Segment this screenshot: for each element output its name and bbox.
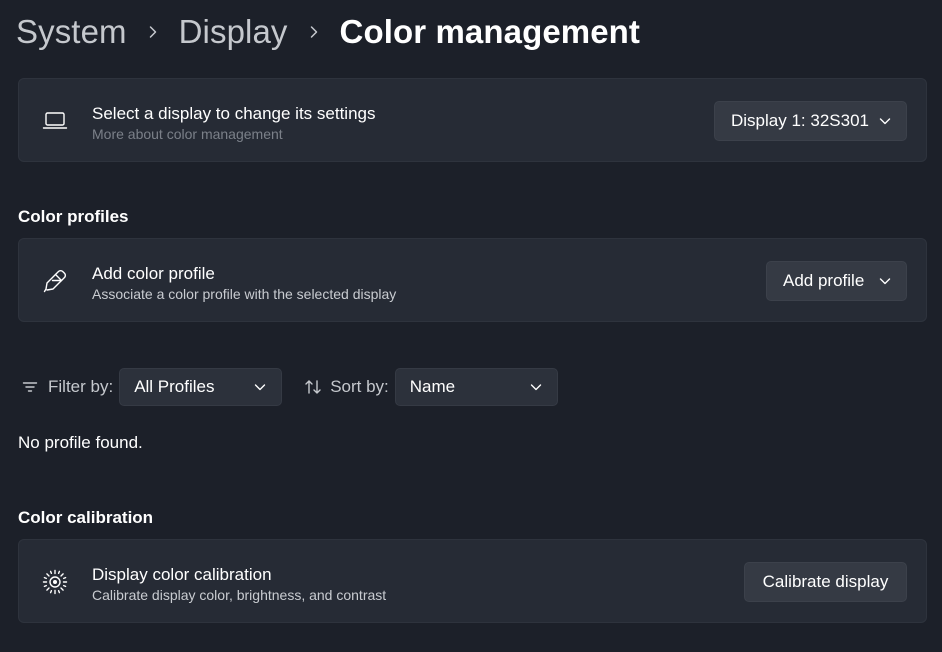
filter-sort-bar: Filter by: All Profiles Sort by: Name <box>22 368 558 406</box>
sort-dropdown-value: Name <box>409 377 456 396</box>
color-profiles-heading: Color profiles <box>18 207 129 226</box>
add-color-profile-title: Add color profile <box>92 264 215 283</box>
page-title: Color management <box>339 13 641 50</box>
eyedropper-icon <box>41 267 69 295</box>
color-management-page: System Display Color management Select a… <box>0 0 942 652</box>
filter-icon <box>22 380 38 394</box>
display-select-card: Select a display to change its settings … <box>18 78 927 162</box>
breadcrumb-system[interactable]: System <box>16 13 127 51</box>
color-calibration-heading: Color calibration <box>18 508 154 527</box>
filter-dropdown-value: All Profiles <box>134 377 215 396</box>
breadcrumb: System Display Color management <box>16 10 640 54</box>
sort-dropdown[interactable]: Name <box>394 368 558 406</box>
chevron-down-icon <box>878 114 892 128</box>
calibration-card-title: Display color calibration <box>92 565 272 584</box>
breadcrumb-display[interactable]: Display <box>179 13 288 51</box>
chevron-right-icon <box>127 25 179 39</box>
calibration-card-subtitle: Calibrate display color, brightness, and… <box>92 587 387 603</box>
add-profile-button[interactable]: Add profile <box>766 261 907 301</box>
chevron-right-icon <box>288 25 340 39</box>
color-management-link[interactable]: More about color management <box>92 126 283 142</box>
filter-dropdown[interactable]: All Profiles <box>119 368 283 406</box>
chevron-down-icon <box>878 274 892 288</box>
calibrate-display-button[interactable]: Calibrate display <box>744 562 907 602</box>
add-profile-label: Add profile <box>783 271 865 290</box>
chevron-down-icon <box>529 380 543 394</box>
display-dropdown-value: Display 1: 32S301 <box>731 111 869 130</box>
add-color-profile-card: Add color profile Associate a color prof… <box>18 238 927 322</box>
sort-icon <box>304 379 322 395</box>
chevron-down-icon <box>253 380 267 394</box>
sort-label: Sort by: <box>330 377 389 396</box>
brightness-icon <box>41 568 69 596</box>
display-dropdown[interactable]: Display 1: 32S301 <box>714 101 907 141</box>
add-color-profile-subtitle: Associate a color profile with the selec… <box>92 286 397 302</box>
display-card-title: Select a display to change its settings <box>92 104 376 123</box>
laptop-icon <box>41 107 69 135</box>
filter-label: Filter by: <box>48 377 114 396</box>
display-calibration-card: Display color calibration Calibrate disp… <box>18 539 927 623</box>
calibrate-display-label: Calibrate display <box>762 572 889 591</box>
empty-profiles-message: No profile found. <box>18 433 143 452</box>
